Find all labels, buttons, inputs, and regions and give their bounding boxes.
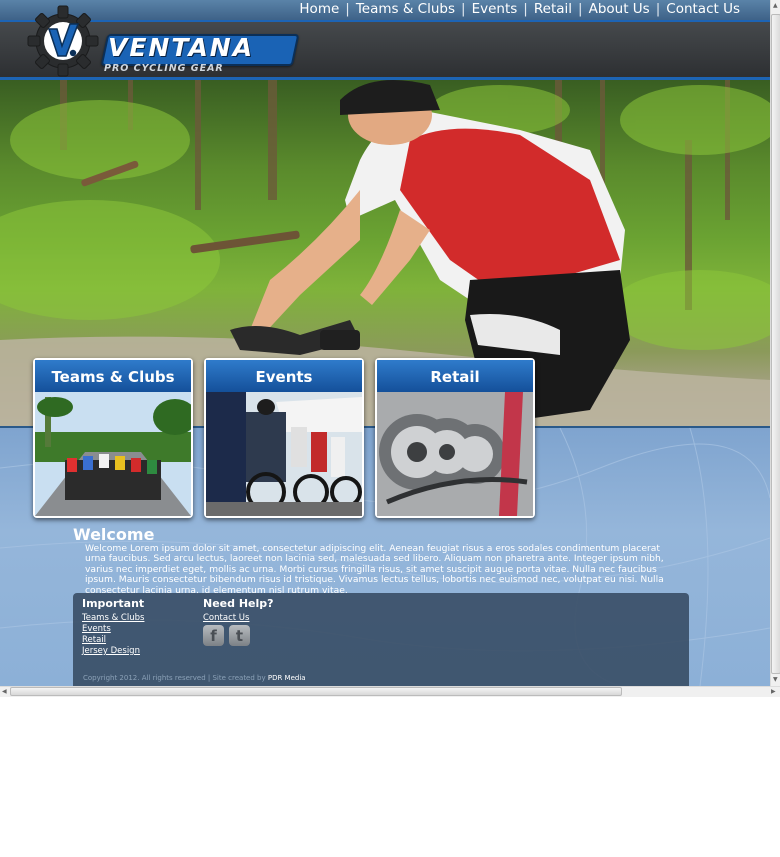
road-race-peloton-image: [35, 392, 191, 516]
footer-link-retail[interactable]: Retail: [82, 635, 144, 646]
scroll-up-arrow-icon[interactable]: ▲: [773, 2, 778, 9]
nav-about-us[interactable]: About Us: [589, 1, 650, 17]
footer-link-teams-clubs[interactable]: Teams & Clubs: [82, 613, 144, 624]
card-events[interactable]: Events: [204, 358, 364, 518]
card-title: Teams & Clubs: [35, 360, 191, 392]
nav-separator: |: [578, 1, 583, 17]
nav-home[interactable]: Home: [299, 1, 339, 17]
nav-events[interactable]: Events: [472, 1, 518, 17]
credit-link[interactable]: PDR Media: [268, 674, 306, 682]
brand-tagline: PRO CYCLING GEAR: [104, 63, 224, 74]
footer-help-column: Need Help? Contact Us: [203, 597, 274, 624]
copyright-notice: Copyright 2012. All rights reserved | Si…: [83, 674, 266, 682]
welcome-text: Welcome Lorem ipsum dolor sit amet, cons…: [85, 544, 664, 594]
nav-separator: |: [523, 1, 528, 17]
footer-link-events[interactable]: Events: [82, 624, 144, 635]
twitter-icon[interactable]: t: [229, 625, 250, 646]
nav-retail[interactable]: Retail: [534, 1, 572, 17]
card-teams-clubs[interactable]: Teams & Clubs: [33, 358, 193, 518]
nav-teams-clubs[interactable]: Teams & Clubs: [356, 1, 455, 17]
scroll-down-arrow-icon[interactable]: ▼: [773, 676, 778, 683]
vertical-scroll-thumb[interactable]: [771, 14, 780, 674]
card-title: Events: [206, 360, 362, 392]
site-footer: [73, 593, 689, 686]
copyright-text: Copyright 2012. All rights reserved | Si…: [83, 674, 306, 682]
nav-separator: |: [345, 1, 350, 17]
scroll-right-arrow-icon[interactable]: ▶: [771, 688, 776, 695]
gear-logo-icon[interactable]: [27, 5, 99, 77]
nav-separator: |: [461, 1, 466, 17]
footer-link-contact-us[interactable]: Contact Us: [203, 613, 274, 624]
browser-viewport: VENTANA PRO CYCLING GEAR Home | Teams & …: [0, 0, 770, 686]
main-nav: Home | Teams & Clubs | Events | Retail |…: [299, 1, 740, 17]
nav-contact-us[interactable]: Contact Us: [666, 1, 740, 17]
footer-important-column: Important Teams & Clubs Events Retail Je…: [82, 597, 144, 657]
riders-at-start-line-image: [206, 392, 362, 516]
welcome-heading: Welcome: [73, 525, 155, 544]
card-title: Retail: [377, 360, 533, 392]
footer-help-heading: Need Help?: [203, 597, 274, 610]
header-divider: [0, 20, 770, 22]
brand-name[interactable]: VENTANA: [108, 33, 254, 62]
card-retail[interactable]: Retail: [375, 358, 535, 518]
footer-link-jersey-design[interactable]: Jersey Design: [82, 646, 144, 657]
scroll-left-arrow-icon[interactable]: ◀: [2, 688, 7, 695]
bike-cassette-and-chain-image: [377, 392, 533, 516]
horizontal-scroll-thumb[interactable]: [10, 687, 622, 696]
footer-important-heading: Important: [82, 597, 145, 610]
nav-separator: |: [655, 1, 661, 17]
facebook-icon[interactable]: f: [203, 625, 224, 646]
